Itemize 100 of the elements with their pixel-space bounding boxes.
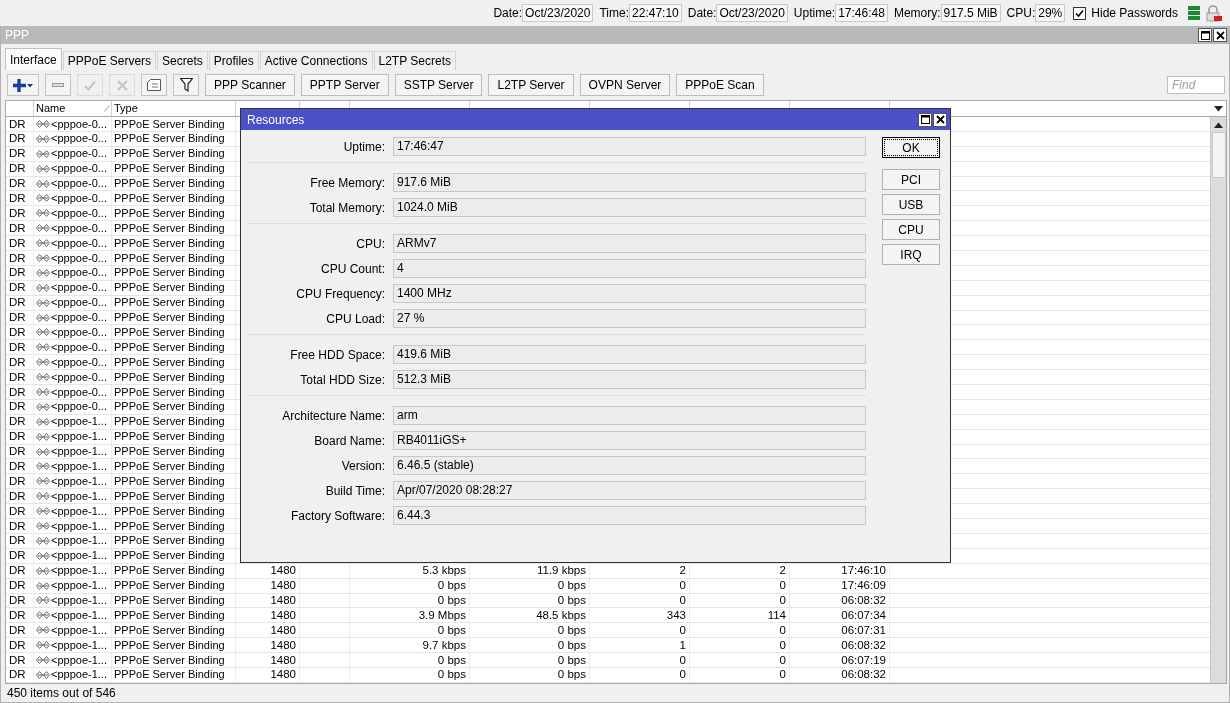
table-cell: <pppoe-1... [51, 429, 107, 444]
toolbar-button[interactable]: OVPN Server [579, 74, 671, 96]
toolbar-button[interactable]: SSTP Server [394, 74, 483, 96]
close-button[interactable] [933, 112, 947, 127]
table-cell: PPPoE Server Binding [112, 414, 236, 430]
tab[interactable]: Secrets [157, 51, 208, 70]
value-field: 17:46:47 [393, 137, 866, 156]
dialog-button[interactable]: PCI [882, 169, 940, 190]
toolbar-button[interactable]: PPPoE Scan [676, 74, 764, 96]
filter-button[interactable] [173, 74, 199, 96]
table-cell: PPPoE Server Binding [112, 444, 236, 460]
interface-icon [36, 536, 50, 545]
column-header[interactable]: Type [114, 101, 138, 116]
tab[interactable]: Profiles [208, 51, 259, 70]
flag-cell: DR [9, 459, 26, 474]
table-cell: PPPoE Server Binding [112, 206, 236, 222]
field-label: Board Name: [313, 433, 385, 448]
toolbar-button[interactable]: L2TP Server [488, 74, 574, 96]
dialog-button[interactable]: OK [882, 137, 940, 158]
flag-cell: DR [9, 638, 26, 653]
table-cell: <pppoe-0... [51, 176, 107, 191]
flag-cell: DR [9, 265, 26, 280]
table-cell: PPPoE Server Binding [112, 385, 236, 400]
table-cell: 0 [590, 653, 690, 668]
flag-cell: DR [9, 474, 26, 489]
interface-icon [36, 343, 50, 352]
interface-icon [36, 387, 50, 396]
find-field[interactable]: Find [1167, 76, 1225, 94]
table-cell [300, 638, 350, 654]
field-label: CPU: [355, 236, 385, 251]
table-cell: 0 bps [470, 638, 590, 654]
status-value: 17:46:48 [835, 4, 888, 22]
note-icon [147, 79, 161, 91]
interface-icon [36, 596, 50, 605]
dialog-button[interactable]: CPU [882, 219, 940, 240]
window-title: PPP [5, 28, 29, 42]
table-cell: PPPoE Server Binding [112, 608, 236, 624]
interface-icon [36, 224, 50, 233]
table-cell: 1480 [236, 593, 300, 609]
field-label: CPU Count: [319, 261, 385, 276]
interface-icon [36, 149, 50, 158]
flag-cell: DR [9, 563, 26, 578]
field-label: CPU Frequency: [295, 286, 385, 301]
flag-cell: DR [9, 146, 26, 161]
interface-icon [36, 179, 50, 188]
flag-cell: DR [9, 667, 26, 682]
interface-icon [36, 611, 50, 620]
table-cell: PPPoE Server Binding [112, 474, 236, 490]
tab[interactable]: PPPoE Servers [62, 51, 157, 70]
table-cell: <pppoe-0... [51, 355, 107, 370]
tab[interactable]: Active Connections [259, 51, 373, 70]
table-cell: PPPoE Server Binding [112, 459, 236, 475]
checkbox[interactable] [1073, 6, 1087, 20]
value-field: 27 % [393, 309, 866, 328]
field-label: CPU Load: [325, 311, 385, 326]
value-field: 1400 MHz [393, 284, 866, 303]
up-arrow-icon[interactable] [1214, 122, 1223, 128]
table-cell: <pppoe-1... [51, 548, 107, 563]
table-cell: <pppoe-1... [51, 638, 107, 653]
scroll-thumb[interactable] [1211, 132, 1226, 178]
tab[interactable]: Interface [5, 48, 62, 70]
flag-cell: DR [9, 429, 26, 444]
field-label: Build Time: [324, 483, 385, 498]
remove-button[interactable] [45, 74, 71, 96]
table-cell: <pppoe-1... [51, 593, 107, 608]
column-menu-icon[interactable] [1213, 105, 1223, 112]
tab[interactable]: L2TP Secrets [373, 51, 456, 70]
table-cell: PPPoE Server Binding [112, 265, 236, 281]
comment-button[interactable] [141, 74, 167, 96]
table-cell: <pppoe-0... [51, 146, 107, 161]
table-cell [300, 578, 350, 594]
table-cell: PPPoE Server Binding [112, 355, 236, 371]
column-header[interactable]: Name [36, 101, 66, 116]
table-cell: 343 [590, 608, 690, 624]
interface-icon [36, 283, 50, 292]
toolbar-button[interactable]: PPTP Server [300, 74, 389, 96]
checkbox-label[interactable]: Hide Passwords [1091, 6, 1178, 20]
value-field: 6.46.5 (stable) [393, 456, 866, 475]
table-cell: PPPoE Server Binding [112, 280, 236, 296]
table-cell: 0 bps [470, 653, 590, 668]
table-cell: 0 bps [350, 623, 470, 639]
toolbar-button[interactable]: PPP Scanner [205, 74, 295, 96]
flag-cell: DR [9, 355, 26, 370]
interface-icon [36, 373, 50, 382]
dialog-button[interactable]: USB [882, 194, 940, 215]
table-cell: PPPoE Server Binding [112, 251, 236, 266]
restore-button[interactable] [918, 112, 932, 127]
flag-cell: DR [9, 176, 26, 191]
table-cell: <pppoe-0... [51, 280, 107, 295]
lock-icon[interactable] [1206, 4, 1222, 22]
table-cell: <pppoe-0... [51, 310, 107, 325]
scrollbar[interactable] [1210, 117, 1226, 683]
table-cell: 0 [590, 667, 690, 683]
status-value: 29% [1035, 4, 1066, 22]
dialog-button[interactable]: IRQ [882, 244, 940, 265]
table-cell: <pppoe-0... [51, 385, 107, 399]
close-button[interactable] [1213, 28, 1227, 42]
status-bars-icon [1188, 5, 1200, 21]
restore-button[interactable] [1198, 28, 1212, 42]
add-button[interactable] [7, 74, 39, 96]
